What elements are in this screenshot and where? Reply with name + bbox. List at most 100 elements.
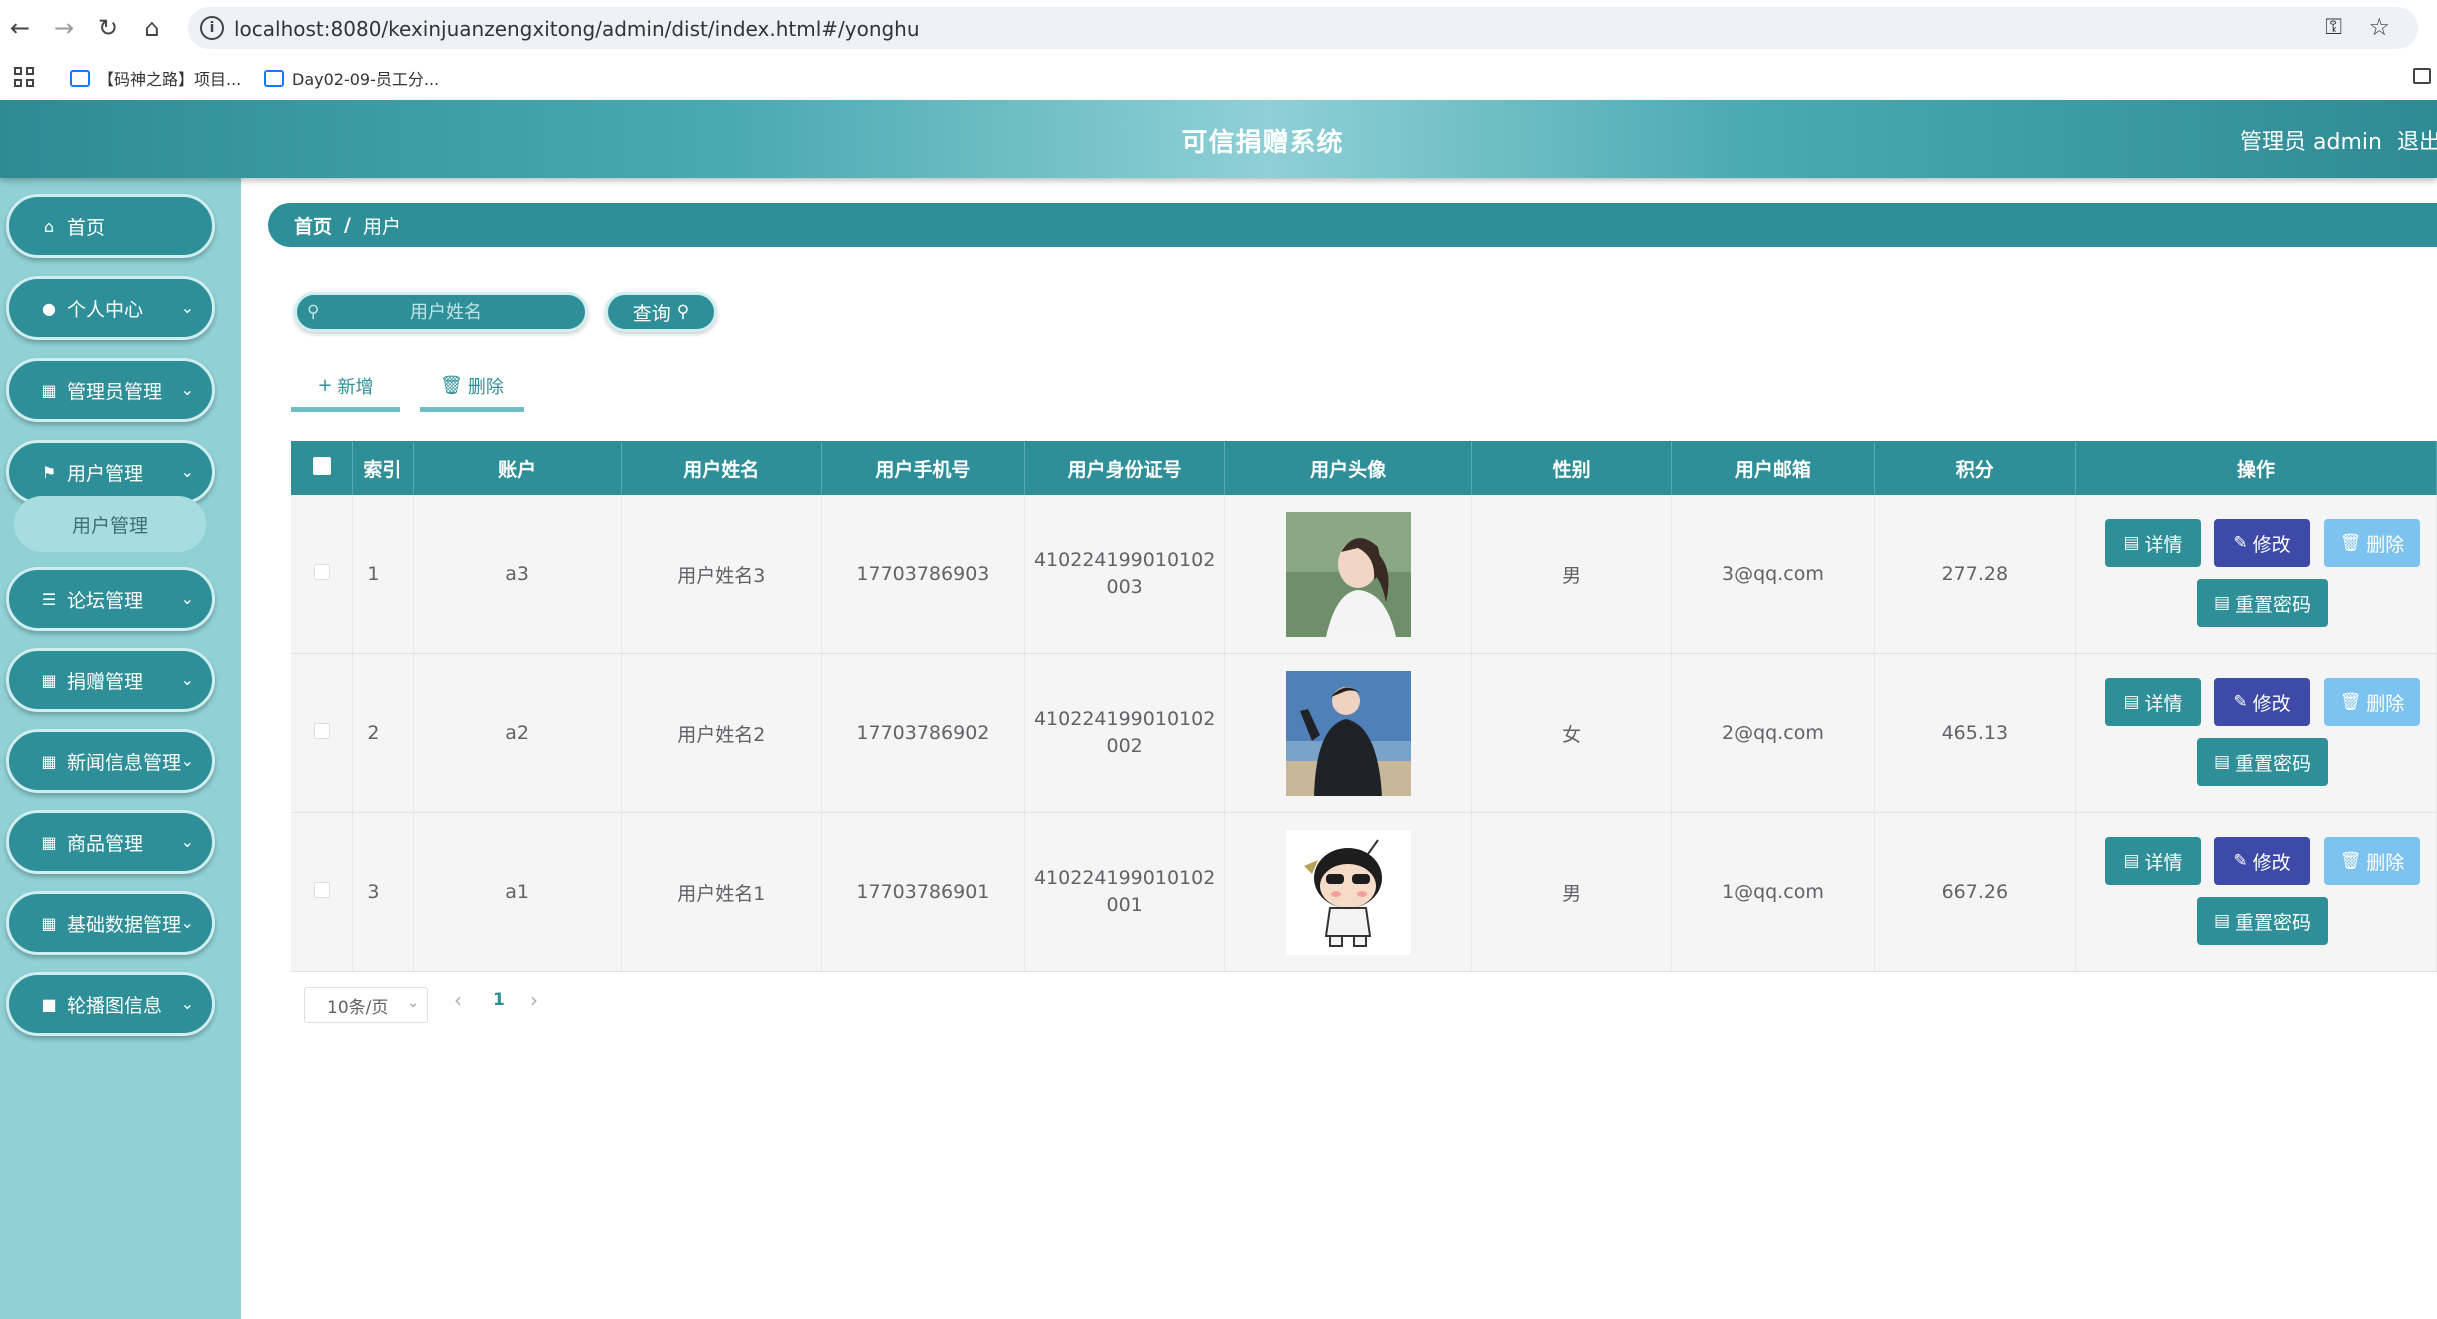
chevron-down-icon: ⌄ — [180, 462, 194, 481]
home-browser-icon[interactable]: ⌂ — [136, 12, 168, 44]
sidebar-item-user-management[interactable]: ⚑ 用户管理 ⌄ — [6, 440, 215, 504]
logout-link[interactable]: 退出 — [2397, 124, 2437, 156]
cell-actions: ▤ 详情 ✎ 修改 🗑 删除 ▤ 重置密码 — [2075, 812, 2437, 972]
forward-icon[interactable]: → — [48, 12, 80, 44]
trash-icon: 🗑 — [2339, 692, 2362, 712]
admin-label: 管理员 admin — [2240, 130, 2382, 155]
cell-index: 3 — [352, 812, 414, 972]
cell-account: a1 — [413, 812, 622, 972]
pencil-icon: ✎ — [2233, 692, 2248, 712]
user-table: 索引 账户 用户姓名 用户手机号 用户身份证号 用户头像 性别 用户邮箱 积分 … — [291, 441, 2437, 972]
address-bar[interactable]: i localhost:8080/kexinjuanzengxitong/adm… — [188, 7, 2418, 49]
cell-points: 465.13 — [1874, 653, 2077, 813]
detail-button[interactable]: ▤ 详情 — [2105, 837, 2202, 885]
trash-icon: 🗑 — [2339, 851, 2362, 871]
search-input[interactable] — [331, 295, 561, 329]
column-header: 用户头像 — [1224, 441, 1473, 495]
document-icon: ▤ — [2123, 692, 2140, 712]
key-icon[interactable]: ⚿ — [2325, 15, 2342, 40]
breadcrumb-home[interactable]: 首页 — [294, 212, 332, 239]
star-icon[interactable]: ☆ — [2368, 13, 2390, 41]
add-button[interactable]: + 新增 — [291, 364, 400, 412]
cell-email: 2@qq.com — [1671, 653, 1875, 813]
column-header: 性别 — [1471, 441, 1673, 495]
cell-actions: ▤ 详情 ✎ 修改 🗑 删除 ▤ 重置密码 — [2075, 495, 2437, 654]
bookmarks-bar: 【码神之路】项目... Day02-09-员工分... — [0, 56, 2437, 100]
sidebar-item-carousel-info[interactable]: ■ 轮播图信息 ⌄ — [6, 972, 215, 1036]
reload-icon[interactable]: ↻ — [92, 12, 124, 44]
edit-button[interactable]: ✎ 修改 — [2214, 837, 2311, 885]
grid-icon: ▦ — [41, 832, 57, 852]
column-header: 积分 — [1874, 441, 2077, 495]
sidebar-item-basic-data-management[interactable]: ▦ 基础数据管理 ⌄ — [6, 891, 215, 955]
book-icon: ■ — [41, 994, 57, 1014]
apps-icon[interactable] — [14, 67, 34, 87]
column-header: 操作 — [2075, 441, 2437, 495]
edit-button[interactable]: ✎ 修改 — [2214, 519, 2311, 567]
edit-button[interactable]: ✎ 修改 — [2214, 678, 2311, 726]
cell-account: a3 — [413, 495, 622, 654]
search-icon: ⚲ — [307, 302, 320, 322]
cell-index: 1 — [352, 495, 414, 654]
page-size-select[interactable]: 10条/页 ⌄ — [304, 987, 428, 1023]
reset-password-button[interactable]: ▤ 重置密码 — [2197, 579, 2329, 627]
cell-id-number: 410224199010102003 — [1024, 495, 1226, 654]
folder-icon[interactable] — [2413, 68, 2431, 84]
site-info-icon[interactable]: i — [200, 16, 224, 40]
cell-points: 667.26 — [1874, 812, 2077, 972]
sidebar-item-forum-management[interactable]: ☰ 论坛管理 ⌄ — [6, 567, 215, 631]
reset-password-button[interactable]: ▤ 重置密码 — [2197, 897, 2329, 945]
home-icon: ⌂ — [43, 216, 55, 236]
avatar-cartoon — [1285, 829, 1411, 955]
sidebar-item-personal-center[interactable]: ● 个人中心 ⌄ — [6, 276, 215, 340]
document-icon: ▤ — [2213, 911, 2231, 931]
grid-icon: ▦ — [41, 380, 57, 400]
cell-gender: 男 — [1471, 495, 1673, 654]
sidebar-item-donation-management[interactable]: ▦ 捐赠管理 ⌄ — [6, 648, 215, 712]
delete-button[interactable]: 🗑 删除 — [2324, 519, 2421, 567]
row-checkbox[interactable] — [291, 495, 354, 654]
grid-icon: ▦ — [41, 913, 57, 933]
detail-button[interactable]: ▤ 详情 — [2105, 519, 2202, 567]
prev-page-icon[interactable]: ‹ — [454, 988, 462, 1012]
row-checkbox[interactable] — [291, 812, 354, 972]
pencil-icon: ✎ — [2233, 851, 2248, 871]
chevron-down-icon: ⌄ — [180, 380, 194, 399]
bookmark-item[interactable]: Day02-09-员工分... — [264, 66, 439, 90]
reset-password-button[interactable]: ▤ 重置密码 — [2197, 738, 2329, 786]
delete-button[interactable]: 🗑 删除 — [2324, 837, 2421, 885]
url-text[interactable]: localhost:8080/kexinjuanzengxitong/admin… — [234, 17, 920, 41]
row-checkbox[interactable] — [291, 653, 354, 813]
delete-button[interactable]: 🗑 删除 — [2324, 678, 2421, 726]
page-number-current[interactable]: 1 — [493, 990, 505, 1010]
select-all-checkbox[interactable] — [291, 441, 354, 495]
table-row: 2 a2 用户姓名2 17703786902 41022419901010200… — [291, 653, 2437, 813]
cell-phone: 17703786903 — [821, 495, 1025, 654]
cell-avatar — [1224, 812, 1473, 972]
app-title: 可信捐赠系统 — [1181, 128, 1344, 158]
cell-gender: 男 — [1471, 812, 1673, 972]
sidebar-item-admin-management[interactable]: ▦ 管理员管理 ⌄ — [6, 358, 215, 422]
chevron-down-icon: ⌄ — [180, 832, 194, 851]
detail-button[interactable]: ▤ 详情 — [2105, 678, 2202, 726]
document-icon: ▤ — [2213, 593, 2231, 613]
sidebar-item-news-management[interactable]: ▦ 新闻信息管理 ⌄ — [6, 729, 215, 793]
submenu-user-management[interactable]: 用户管理 — [14, 496, 206, 552]
bookmark-item[interactable]: 【码神之路】项目... — [70, 66, 241, 90]
chevron-down-icon: ⌄ — [407, 995, 419, 1011]
browser-toolbar: ← → ↻ ⌂ i localhost:8080/kexinjuanzengxi… — [0, 0, 2437, 56]
breadcrumb: 首页 / 用户 — [268, 203, 2437, 247]
user-icon: ● — [42, 298, 56, 318]
trash-icon: 🗑 — [2339, 533, 2362, 553]
app-header: 可信捐赠系统 管理员 admin 退出 — [0, 100, 2437, 178]
back-icon[interactable]: ← — [4, 12, 36, 44]
cell-phone: 17703786901 — [821, 812, 1025, 972]
cell-avatar — [1224, 653, 1473, 813]
query-button[interactable]: 查询 ⚲ — [605, 292, 717, 332]
sidebar-item-goods-management[interactable]: ▦ 商品管理 ⌄ — [6, 810, 215, 874]
batch-delete-button[interactable]: 🗑 删除 — [420, 364, 524, 412]
next-page-icon[interactable]: › — [530, 988, 538, 1012]
bookmark-icon — [70, 69, 90, 87]
sidebar-item-home[interactable]: ⌂ 首页 — [6, 194, 215, 258]
sidebar: ⌂ 首页 ● 个人中心 ⌄ ▦ 管理员管理 ⌄ ⚑ 用户管理 ⌄ 用户管理 ☰ … — [0, 178, 241, 1319]
